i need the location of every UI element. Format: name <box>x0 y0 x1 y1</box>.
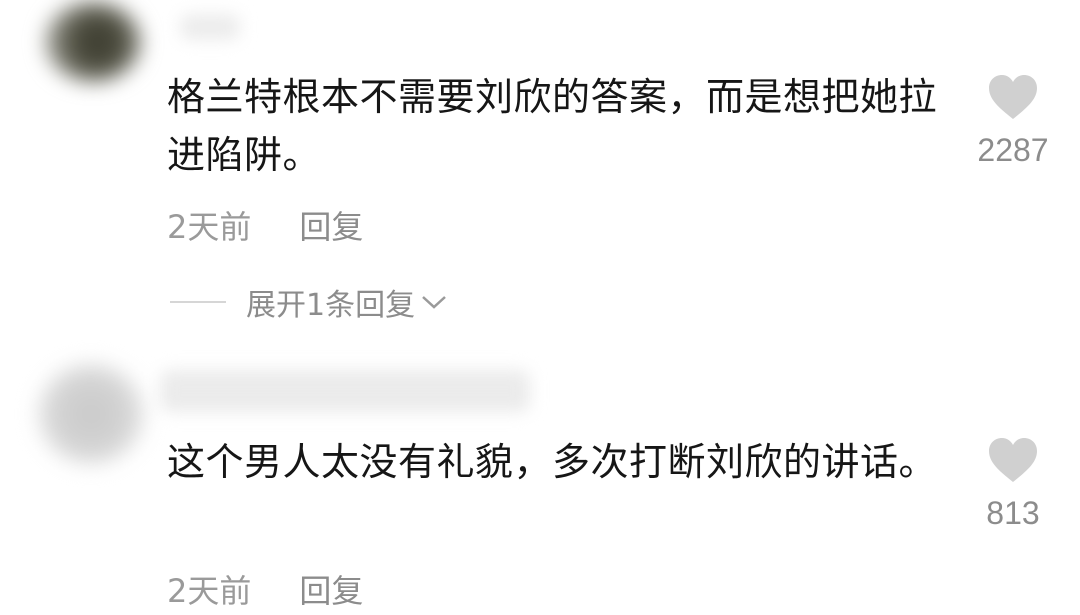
username-blurred[interactable] <box>180 14 240 40</box>
chevron-down-icon <box>422 296 446 309</box>
comment-list: 格兰特根本不需要刘欣的答案，而是想把她拉进陷阱。 2天前 回复 2287 展开1… <box>0 0 1080 615</box>
divider <box>170 301 226 303</box>
like-button[interactable]: 813 <box>968 435 1058 532</box>
like-button[interactable]: 2287 <box>968 72 1058 169</box>
like-count: 813 <box>986 495 1040 531</box>
username-blurred[interactable] <box>160 370 530 412</box>
comment-item: 格兰特根本不需要刘欣的答案，而是想把她拉进陷阱。 2天前 回复 2287 展开1… <box>0 0 1080 340</box>
like-count: 2287 <box>977 132 1049 168</box>
expand-replies-label: 展开1条回复 <box>246 288 416 323</box>
comment-meta: 2天前 回复 <box>167 202 363 248</box>
comment-text: 格兰特根本不需要刘欣的答案，而是想把她拉进陷阱。 <box>167 75 938 177</box>
comment-item: 这个男人太没有礼貌，多次打断刘欣的讲话。 2天前 回复 813 <box>0 340 1080 615</box>
heart-icon <box>989 75 1037 119</box>
reply-button[interactable]: 回复 <box>299 202 363 248</box>
comment-meta: 2天前 回复 <box>167 566 363 612</box>
comment-time: 2天前 <box>167 572 252 610</box>
expand-replies-button[interactable]: 展开1条回复 <box>170 280 449 324</box>
reply-button[interactable]: 回复 <box>299 566 363 612</box>
avatar[interactable] <box>38 364 144 464</box>
comment-text: 这个男人太没有礼貌，多次打断刘欣的讲话。 <box>167 440 938 484</box>
comment-time: 2天前 <box>167 208 252 246</box>
heart-icon <box>989 438 1037 482</box>
avatar[interactable] <box>45 2 141 82</box>
